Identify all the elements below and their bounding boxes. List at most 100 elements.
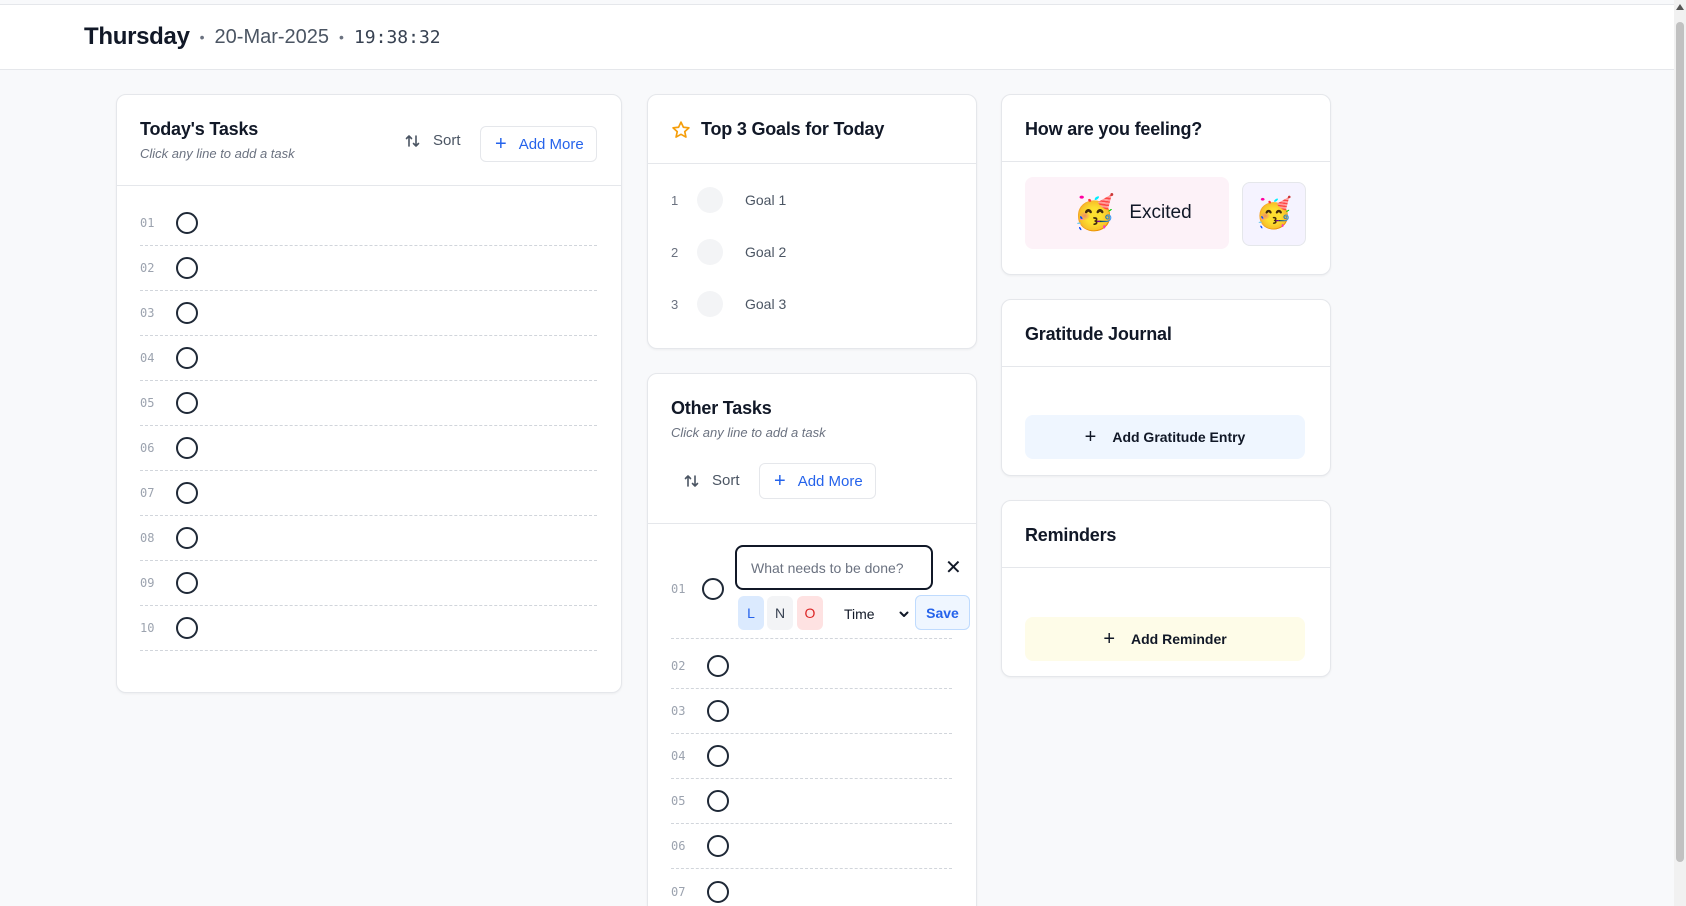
task-number: 09 bbox=[140, 576, 155, 590]
date-header: Thursday • 20-Mar-2025 • 19:38:32 bbox=[0, 5, 1678, 70]
task-number: 05 bbox=[671, 794, 686, 808]
task-checkbox[interactable] bbox=[707, 655, 729, 677]
task-row[interactable]: 10 bbox=[140, 606, 597, 651]
task-checkbox[interactable] bbox=[707, 700, 729, 722]
goal-number: 1 bbox=[671, 192, 679, 208]
close-icon[interactable]: ✕ bbox=[945, 555, 962, 580]
task-row[interactable]: 03 bbox=[671, 689, 952, 734]
header-separator: • bbox=[199, 29, 205, 45]
goal-row[interactable]: 3 Goal 3 bbox=[671, 291, 786, 317]
task-row[interactable]: 07 bbox=[140, 471, 597, 516]
star-icon bbox=[672, 120, 690, 138]
task-checkbox[interactable] bbox=[176, 572, 198, 594]
reminders-card: Reminders + Add Reminder bbox=[1001, 500, 1331, 677]
task-row[interactable]: 04 bbox=[671, 734, 952, 779]
task-text-input[interactable] bbox=[735, 545, 933, 590]
chevron-down-icon bbox=[899, 611, 909, 617]
task-checkbox[interactable] bbox=[176, 437, 198, 459]
task-number: 07 bbox=[671, 884, 686, 899]
task-checkbox[interactable] bbox=[176, 527, 198, 549]
add-reminder-button[interactable]: + Add Reminder bbox=[1025, 617, 1305, 661]
task-checkbox[interactable] bbox=[176, 617, 198, 639]
task-checkbox[interactable] bbox=[176, 212, 198, 234]
card-divider bbox=[648, 523, 976, 524]
task-checkbox[interactable] bbox=[176, 347, 198, 369]
todays-tasks-sort-button[interactable]: Sort bbox=[405, 132, 461, 149]
sort-label: Sort bbox=[433, 132, 461, 149]
task-row[interactable]: 07 bbox=[671, 869, 952, 906]
todays-tasks-title: Today's Tasks bbox=[140, 119, 259, 139]
goal-row[interactable]: 1 Goal 1 bbox=[671, 187, 786, 213]
task-checkbox[interactable] bbox=[176, 392, 198, 414]
mood-selected-button[interactable]: 🥳 Excited bbox=[1025, 177, 1229, 249]
time-select-label: Time bbox=[844, 606, 875, 622]
task-checkbox[interactable] bbox=[707, 880, 729, 903]
gratitude-card: Gratitude Journal + Add Gratitude Entry bbox=[1001, 299, 1331, 476]
scroll-up-arrow-icon[interactable] bbox=[1676, 4, 1684, 10]
task-checkbox[interactable] bbox=[707, 745, 729, 767]
party-face-icon: 🥳 bbox=[1255, 197, 1293, 230]
card-divider bbox=[1002, 161, 1330, 162]
card-divider bbox=[648, 163, 976, 164]
goal-number: 3 bbox=[671, 296, 679, 312]
header-separator: • bbox=[339, 29, 344, 45]
task-checkbox[interactable] bbox=[176, 482, 198, 504]
task-row[interactable]: 05 bbox=[671, 779, 952, 824]
goal-checkbox[interactable] bbox=[697, 187, 723, 213]
task-number: 10 bbox=[140, 621, 155, 635]
task-row[interactable]: 02 bbox=[140, 246, 597, 291]
task-row[interactable]: 06 bbox=[671, 824, 952, 869]
task-row[interactable]: 02 bbox=[671, 644, 952, 689]
card-divider bbox=[117, 185, 621, 186]
task-row[interactable]: 08 bbox=[140, 516, 597, 561]
add-gratitude-button[interactable]: + Add Gratitude Entry bbox=[1025, 415, 1305, 459]
task-checkbox[interactable] bbox=[176, 257, 198, 279]
task-number: 08 bbox=[140, 531, 155, 545]
add-gratitude-label: Add Gratitude Entry bbox=[1112, 429, 1246, 445]
task-checkbox[interactable] bbox=[702, 578, 724, 600]
task-row[interactable]: 04 bbox=[140, 336, 597, 381]
priority-low-button[interactable]: L bbox=[738, 596, 764, 630]
task-row[interactable]: 01 bbox=[140, 201, 597, 246]
mood-label: Excited bbox=[1129, 202, 1192, 223]
plus-icon: + bbox=[774, 470, 786, 492]
scrollbar-thumb[interactable] bbox=[1676, 22, 1684, 862]
todays-tasks-subtitle: Click any line to add a task bbox=[140, 146, 295, 161]
task-number: 02 bbox=[671, 659, 686, 673]
mood-option-button[interactable]: 🥳 bbox=[1242, 182, 1306, 246]
task-number: 01 bbox=[140, 216, 155, 230]
task-checkbox[interactable] bbox=[707, 835, 729, 857]
day-name: Thursday bbox=[84, 23, 190, 50]
card-divider bbox=[1002, 567, 1330, 568]
goal-label: Goal 3 bbox=[745, 296, 787, 312]
task-row[interactable]: 05 bbox=[140, 381, 597, 426]
other-tasks-add-more-button[interactable]: + Add More bbox=[759, 463, 876, 499]
task-number: 06 bbox=[671, 839, 686, 853]
task-number: 03 bbox=[140, 306, 155, 320]
add-reminder-label: Add Reminder bbox=[1131, 631, 1227, 647]
edit-row-divider bbox=[671, 638, 952, 639]
goal-row[interactable]: 2 Goal 2 bbox=[671, 239, 786, 265]
task-row[interactable]: 09 bbox=[140, 561, 597, 606]
mood-card: How are you feeling? 🥳 Excited 🥳 bbox=[1001, 94, 1331, 275]
goals-card: Top 3 Goals for Today 1 Goal 1 2 Goal 2 3 Goa… bbox=[647, 94, 977, 349]
other-tasks-subtitle: Click any line to add a task bbox=[671, 425, 826, 440]
other-tasks-sort-button[interactable]: Sort bbox=[684, 472, 740, 489]
goal-checkbox[interactable] bbox=[697, 291, 723, 317]
task-row[interactable]: 03 bbox=[140, 291, 597, 336]
task-checkbox[interactable] bbox=[707, 790, 729, 812]
save-button[interactable]: Save bbox=[915, 595, 970, 630]
priority-normal-button[interactable]: N bbox=[767, 596, 793, 630]
mood-title: How are you feeling? bbox=[1025, 119, 1203, 139]
time-select[interactable]: Time bbox=[838, 600, 910, 628]
goal-checkbox[interactable] bbox=[697, 239, 723, 265]
task-checkbox[interactable] bbox=[176, 302, 198, 324]
priority-o-button[interactable]: O bbox=[797, 596, 823, 630]
todays-tasks-add-more-button[interactable]: + Add More bbox=[480, 126, 597, 162]
add-more-label: Add More bbox=[797, 472, 863, 490]
page-scrollbar[interactable] bbox=[1674, 0, 1686, 906]
sort-icon bbox=[684, 474, 699, 487]
reminders-title: Reminders bbox=[1025, 525, 1117, 545]
task-number: 06 bbox=[140, 441, 155, 455]
task-row[interactable]: 06 bbox=[140, 426, 597, 471]
